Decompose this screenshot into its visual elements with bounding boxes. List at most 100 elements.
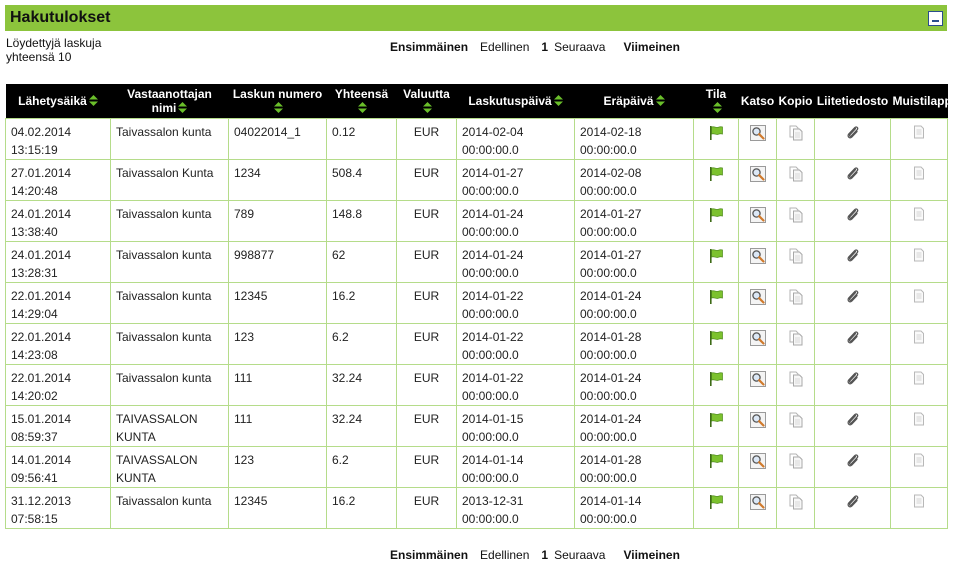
document-copy-icon[interactable] xyxy=(788,494,804,510)
cell-invoice-number: 111 xyxy=(228,404,327,447)
magnifier-icon[interactable] xyxy=(749,370,766,387)
magnifier-icon[interactable] xyxy=(749,411,766,428)
magnifier-icon[interactable] xyxy=(749,329,766,346)
table-row: 04.02.2014 13:15:19 Taivassalon kunta 040… xyxy=(5,117,948,160)
document-copy-icon[interactable] xyxy=(788,371,804,387)
document-copy-icon[interactable] xyxy=(788,453,804,469)
note-icon[interactable] xyxy=(912,371,926,385)
pager-next-link[interactable]: Seuraava xyxy=(554,40,605,54)
paperclip-icon[interactable] xyxy=(845,207,861,223)
sort-icon[interactable] xyxy=(178,101,188,113)
cell-recipient: Taivassalon kunta xyxy=(110,486,229,529)
green-flag-icon[interactable] xyxy=(708,289,724,305)
invoice-time: 00:00:00.0 xyxy=(462,429,519,444)
magnifier-icon[interactable] xyxy=(749,165,766,182)
cell-invoice-date: 2014-01-22 00:00:00.0 xyxy=(456,322,575,365)
paperclip-icon[interactable] xyxy=(845,371,861,387)
sent-time: 14:20:48 xyxy=(11,183,58,198)
green-flag-icon[interactable] xyxy=(708,125,724,141)
due-date: 2014-01-28 xyxy=(580,329,642,344)
document-copy-icon[interactable] xyxy=(788,289,804,305)
col-header-due-date[interactable]: Eräpäivä xyxy=(574,84,694,118)
green-flag-icon[interactable] xyxy=(708,412,724,428)
paperclip-icon[interactable] xyxy=(845,166,861,182)
paperclip-icon[interactable] xyxy=(845,494,861,510)
paperclip-icon[interactable] xyxy=(845,330,861,346)
cell-currency: EUR xyxy=(396,404,457,447)
magnifier-icon[interactable] xyxy=(749,206,766,223)
document-copy-icon[interactable] xyxy=(788,125,804,141)
sort-icon[interactable] xyxy=(274,101,283,113)
pager-first-link[interactable]: Ensimmäinen xyxy=(390,548,468,562)
invoice-date: 2014-01-22 xyxy=(462,329,524,344)
green-flag-icon[interactable] xyxy=(708,248,724,264)
sort-icon[interactable] xyxy=(655,94,665,106)
magnifier-icon[interactable] xyxy=(749,493,766,510)
cell-note xyxy=(890,486,948,529)
pager-first-link[interactable]: Ensimmäinen xyxy=(390,40,468,54)
green-flag-icon[interactable] xyxy=(708,494,724,510)
paperclip-icon[interactable] xyxy=(845,248,861,264)
document-copy-icon[interactable] xyxy=(788,207,804,223)
pager-prev-link[interactable]: Edellinen xyxy=(480,40,529,54)
green-flag-icon[interactable] xyxy=(708,371,724,387)
paperclip-icon[interactable] xyxy=(845,289,861,305)
col-header-total[interactable]: Yhteensä xyxy=(326,84,397,118)
note-icon[interactable] xyxy=(912,289,926,303)
note-icon[interactable] xyxy=(912,453,926,467)
green-flag-icon[interactable] xyxy=(708,166,724,182)
col-header-invoice-date[interactable]: Laskutuspäivä xyxy=(456,84,575,118)
recipient-name-line-2: KUNTA xyxy=(116,470,156,485)
invoice-time: 00:00:00.0 xyxy=(462,347,519,362)
paperclip-icon[interactable] xyxy=(845,453,861,469)
note-icon[interactable] xyxy=(912,248,926,262)
col-header-invoice-number[interactable]: Laskun numero xyxy=(228,84,327,118)
note-icon[interactable] xyxy=(912,412,926,426)
paperclip-icon[interactable] xyxy=(845,412,861,428)
pager-last-link[interactable]: Viimeinen xyxy=(623,40,679,54)
magnifier-icon[interactable] xyxy=(749,247,766,264)
pager-next-link[interactable]: Seuraava xyxy=(554,548,605,562)
note-icon[interactable] xyxy=(912,494,926,508)
document-copy-icon[interactable] xyxy=(788,412,804,428)
cell-sent: 24.01.2014 13:38:40 xyxy=(5,199,111,242)
col-header-status[interactable]: Tila xyxy=(693,84,739,118)
magnifier-icon[interactable] xyxy=(749,124,766,141)
recipient-name-line-1: TAIVASSALON xyxy=(116,452,198,467)
page-title: Hakutulokset xyxy=(10,9,111,26)
col-header-recipient[interactable]: Vastaanottajan nimi xyxy=(110,84,229,118)
sort-icon[interactable] xyxy=(88,94,98,106)
document-copy-icon[interactable] xyxy=(788,330,804,346)
cell-copy xyxy=(776,158,815,201)
minimize-button[interactable] xyxy=(928,10,943,26)
pager-prev-link[interactable]: Edellinen xyxy=(480,548,529,562)
cell-invoice-number: 04022014_1 xyxy=(228,117,327,160)
green-flag-icon[interactable] xyxy=(708,330,724,346)
col-header-sent[interactable]: Lähetysäikä xyxy=(5,84,111,118)
sort-icon[interactable] xyxy=(553,94,563,106)
pager-bottom: Ensimmäinen Edellinen 1 Seuraava Viimein… xyxy=(390,548,680,562)
magnifier-icon[interactable] xyxy=(749,288,766,305)
cell-view xyxy=(738,404,777,447)
cell-attachment xyxy=(814,117,891,160)
cell-invoice-number: 123 xyxy=(228,445,327,488)
cell-total: 6.2 xyxy=(326,445,397,488)
pager-last-link[interactable]: Viimeinen xyxy=(623,548,679,562)
note-icon[interactable] xyxy=(912,125,926,139)
magnifier-icon[interactable] xyxy=(749,452,766,469)
cell-sent: 22.01.2014 14:29:04 xyxy=(5,281,111,324)
recipient-name-line-1: Taivassalon kunta xyxy=(116,493,212,508)
note-icon[interactable] xyxy=(912,207,926,221)
note-icon[interactable] xyxy=(912,330,926,344)
invoice-date: 2014-01-22 xyxy=(462,288,524,303)
green-flag-icon[interactable] xyxy=(708,207,724,223)
paperclip-icon[interactable] xyxy=(845,125,861,141)
sort-icon[interactable] xyxy=(358,101,367,113)
note-icon[interactable] xyxy=(912,166,926,180)
document-copy-icon[interactable] xyxy=(788,166,804,182)
document-copy-icon[interactable] xyxy=(788,248,804,264)
sort-icon[interactable] xyxy=(712,101,722,113)
sort-icon[interactable] xyxy=(423,101,432,113)
green-flag-icon[interactable] xyxy=(708,453,724,469)
col-header-currency[interactable]: Valuutta xyxy=(396,84,457,118)
